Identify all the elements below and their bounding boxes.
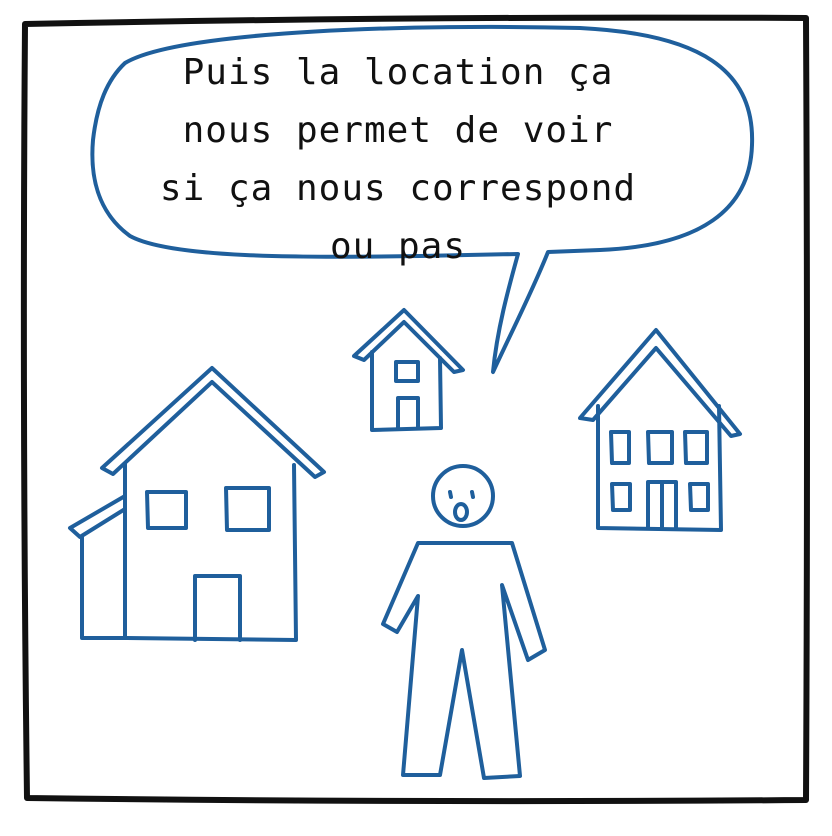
- right-house-drawing: [578, 328, 742, 532]
- person-drawing: [381, 464, 547, 780]
- speech-text: Puis la location ça nous permet de voir …: [159, 52, 637, 267]
- comic-panel: Puis la location ça nous permet de voir …: [0, 0, 832, 831]
- person-body: [381, 541, 547, 780]
- large-house-drawing: [68, 366, 326, 642]
- small-house-drawing: [352, 308, 465, 432]
- person-head: [431, 464, 495, 528]
